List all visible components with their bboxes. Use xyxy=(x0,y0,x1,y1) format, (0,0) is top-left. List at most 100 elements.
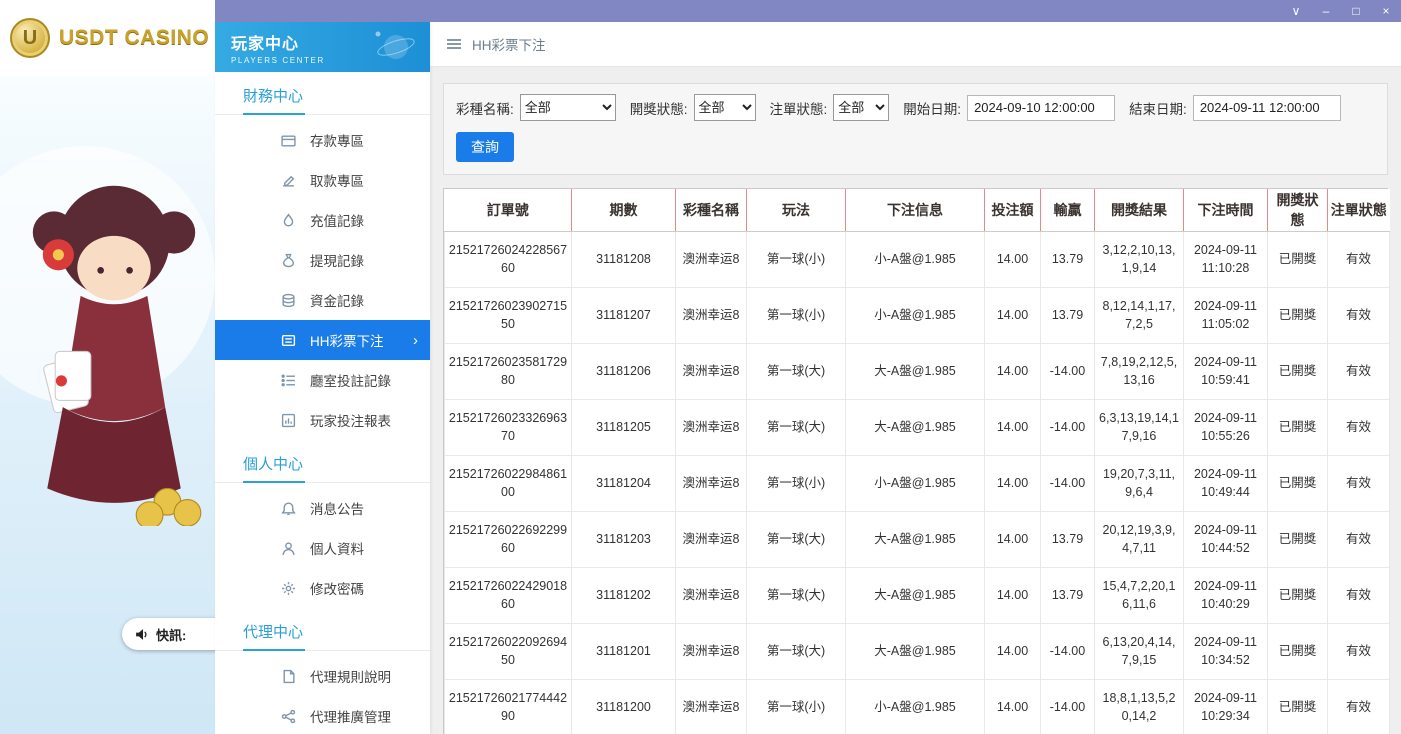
sidebar-item-label: 消息公告 xyxy=(310,498,364,518)
cell-order_status: 有效 xyxy=(1328,399,1390,455)
sidebar-item-label: 取款專區 xyxy=(310,170,364,190)
cell-bet_info: 大-A盤@1.985 xyxy=(846,567,985,623)
cell-bet_info: 小-A盤@1.985 xyxy=(846,679,985,734)
cell-period: 31181200 xyxy=(572,679,676,734)
sidebar-item-funds-record[interactable]: 資金記錄 xyxy=(215,280,430,320)
sidebar-item-agent-rules[interactable]: 代理規則說明 xyxy=(215,656,430,696)
user-icon xyxy=(281,541,296,556)
lottery-list-icon xyxy=(281,333,296,348)
filter-panel: 彩種名稱: 全部 開獎狀態: 全部 注單狀態: 全部 開始日期: 結束日期: 查… xyxy=(443,83,1388,175)
sidebar-item-hh-lottery-bets[interactable]: HH彩票下注 › xyxy=(215,320,430,360)
cell-bet_amount: 14.00 xyxy=(985,679,1041,734)
cell-lottery_name: 澳洲幸运8 xyxy=(676,511,747,567)
cell-order_status: 有效 xyxy=(1328,567,1390,623)
draw-status-select[interactable]: 全部 xyxy=(694,94,756,121)
cell-win_loss: -14.00 xyxy=(1041,679,1095,734)
column-header-order_status: 注單狀態 xyxy=(1328,189,1390,231)
sidebar-item-profile[interactable]: 個人資料 xyxy=(215,528,430,568)
table-row: 215217260235817298031181206澳洲幸运8第一球(大)大-… xyxy=(445,343,1390,399)
minimize-window-button[interactable]: – xyxy=(1311,0,1341,22)
cell-draw_status: 已開獎 xyxy=(1268,231,1328,287)
column-header-draw_result: 開獎結果 xyxy=(1095,189,1184,231)
cell-order_no: 2152172602422856760 xyxy=(445,231,572,287)
order-status-label: 注單狀態: xyxy=(770,98,828,118)
menu-icon[interactable] xyxy=(446,37,462,51)
sidebar-item-label: HH彩票下注 xyxy=(310,330,384,350)
cell-win_loss: 13.79 xyxy=(1041,511,1095,567)
column-header-bet_amount: 投注額 xyxy=(985,189,1041,231)
sidebar-item-label: 代理規則說明 xyxy=(310,666,391,686)
cell-play: 第一球(小) xyxy=(747,679,846,734)
maximize-window-button[interactable]: □ xyxy=(1341,0,1371,22)
cell-lottery_name: 澳洲幸运8 xyxy=(676,343,747,399)
bet-table-body: 215217260242285676031181208澳洲幸运8第一球(小)小-… xyxy=(445,231,1390,734)
sidebar-item-agent-promotion[interactable]: 代理推廣管理 xyxy=(215,696,430,734)
column-header-win_loss: 輸贏 xyxy=(1041,189,1095,231)
cell-order_no: 2152172602209269450 xyxy=(445,623,572,679)
cell-bet_time: 2024-09-11 10:44:52 xyxy=(1184,511,1268,567)
cell-order_no: 2152172602269229960 xyxy=(445,511,572,567)
cell-order_no: 2152172602332696370 xyxy=(445,399,572,455)
window-titlebar: ∨ – □ × xyxy=(215,0,1401,22)
table-row: 215217260224290186031181202澳洲幸运8第一球(大)大-… xyxy=(445,567,1390,623)
cell-play: 第一球(大) xyxy=(747,623,846,679)
document-icon xyxy=(281,669,296,684)
cell-draw_result: 20,12,19,3,9,4,7,11 xyxy=(1095,511,1184,567)
cell-bet_amount: 14.00 xyxy=(985,343,1041,399)
content-area: 彩種名稱: 全部 開獎狀態: 全部 注單狀態: 全部 開始日期: 結束日期: 查… xyxy=(430,67,1401,734)
cell-draw_result: 8,12,14,1,17,7,2,5 xyxy=(1095,287,1184,343)
sidebar-item-cashout-record[interactable]: 提現記錄 xyxy=(215,240,430,280)
cell-draw_status: 已開獎 xyxy=(1268,567,1328,623)
search-button[interactable]: 查詢 xyxy=(456,132,514,162)
cell-bet_info: 大-A盤@1.985 xyxy=(846,511,985,567)
cell-draw_status: 已開獎 xyxy=(1268,511,1328,567)
cell-bet_amount: 14.00 xyxy=(985,623,1041,679)
sidebar-item-room-bet-records[interactable]: 廳室投註記錄 xyxy=(215,360,430,400)
sidebar-item-recharge-record[interactable]: 充值記錄 xyxy=(215,200,430,240)
cell-bet_time: 2024-09-11 10:59:41 xyxy=(1184,343,1268,399)
cell-lottery_name: 澳洲幸运8 xyxy=(676,455,747,511)
coin-logo-letter: U xyxy=(23,27,37,50)
column-header-play: 玩法 xyxy=(747,189,846,231)
cell-lottery_name: 澳洲幸运8 xyxy=(676,623,747,679)
bell-icon xyxy=(281,501,296,516)
news-ticker[interactable]: 快訊: xyxy=(122,618,215,650)
cell-play: 第一球(大) xyxy=(747,511,846,567)
cell-order_status: 有效 xyxy=(1328,287,1390,343)
cell-bet_amount: 14.00 xyxy=(985,511,1041,567)
sidebar-section-finance: 財務中心 xyxy=(215,72,430,115)
cell-period: 31181201 xyxy=(572,623,676,679)
bet-table-header-row: 訂單號期數彩種名稱玩法下注信息投注額輸贏開獎結果下注時間開獎狀態注單狀態 xyxy=(445,189,1390,231)
order-status-select[interactable]: 全部 xyxy=(833,94,889,121)
collapse-window-button[interactable]: ∨ xyxy=(1281,0,1311,22)
lottery-name-select[interactable]: 全部 xyxy=(520,94,616,121)
cell-bet_info: 大-A盤@1.985 xyxy=(846,343,985,399)
sidebar-item-withdraw[interactable]: 取款專區 xyxy=(215,160,430,200)
sidebar-item-label: 代理推廣管理 xyxy=(310,706,391,726)
cell-draw_status: 已開獎 xyxy=(1268,623,1328,679)
sidebar-item-change-password[interactable]: 修改密碼 xyxy=(215,568,430,608)
cell-bet_amount: 14.00 xyxy=(985,231,1041,287)
lottery-name-label: 彩種名稱: xyxy=(456,98,514,118)
cell-win_loss: -14.00 xyxy=(1041,455,1095,511)
cell-bet_info: 大-A盤@1.985 xyxy=(846,623,985,679)
cell-lottery_name: 澳洲幸运8 xyxy=(676,679,747,734)
cell-play: 第一球(大) xyxy=(747,567,846,623)
sidebar-item-player-bet-report[interactable]: 玩家投注報表 xyxy=(215,400,430,440)
table-row: 215217260233269637031181205澳洲幸运8第一球(大)大-… xyxy=(445,399,1390,455)
sidebar-item-label: 玩家投注報表 xyxy=(310,410,391,430)
cell-period: 31181207 xyxy=(572,287,676,343)
sidebar-item-announcements[interactable]: 消息公告 xyxy=(215,488,430,528)
close-window-button[interactable]: × xyxy=(1371,0,1401,22)
start-date-input[interactable] xyxy=(967,95,1115,121)
section-title: 代理中心 xyxy=(243,624,303,641)
cell-order_status: 有效 xyxy=(1328,231,1390,287)
column-header-bet_info: 下注信息 xyxy=(846,189,985,231)
section-title: 個人中心 xyxy=(243,456,303,473)
bet-table: 訂單號期數彩種名稱玩法下注信息投注額輸贏開獎結果下注時間開獎狀態注單狀態 215… xyxy=(443,188,1388,734)
money-bag-icon xyxy=(281,253,296,268)
end-date-input[interactable] xyxy=(1193,95,1341,121)
gear-icon xyxy=(281,581,296,596)
sidebar-item-deposit[interactable]: 存款專區 xyxy=(215,120,430,160)
ink-drop-icon xyxy=(281,213,296,228)
